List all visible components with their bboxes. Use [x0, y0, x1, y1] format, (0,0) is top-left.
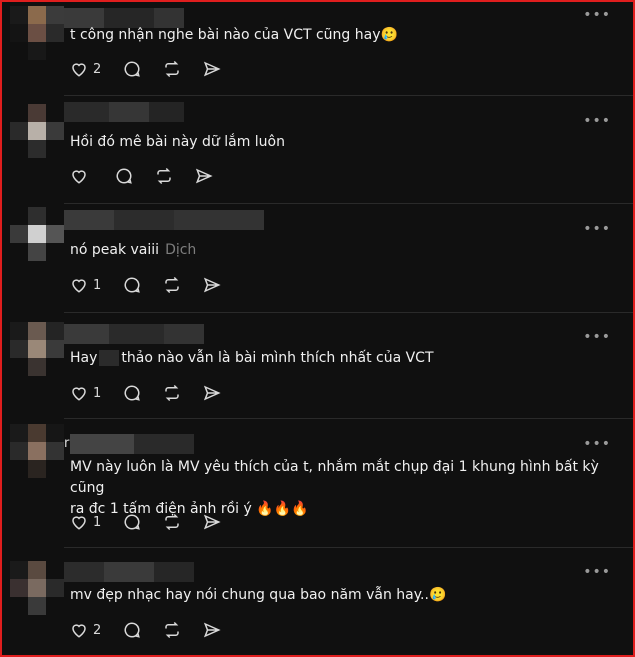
repost-icon: [165, 276, 180, 294]
share-icon: [204, 385, 221, 401]
author-name-redacted[interactable]: [64, 210, 264, 230]
more-options-icon[interactable]: •••: [583, 565, 611, 579]
heart-icon: [72, 63, 86, 77]
avatar[interactable]: [10, 6, 64, 60]
avatar[interactable]: [10, 424, 64, 478]
share-button[interactable]: [203, 60, 221, 78]
comment-actions: [70, 165, 235, 187]
comment-actions: 2: [70, 58, 243, 80]
comment-text: t công nhận nghe bài nào của VCT cũng ha…: [70, 27, 398, 43]
share-button[interactable]: [195, 167, 213, 185]
avatar[interactable]: [10, 322, 64, 376]
reply-icon: [124, 277, 141, 293]
reply-icon: [124, 385, 141, 401]
reply-icon: [124, 514, 141, 530]
share-button[interactable]: [203, 276, 221, 294]
repost-button[interactable]: [163, 60, 181, 78]
reply-icon: [124, 622, 141, 638]
like-count: 1: [93, 385, 102, 401]
share-icon: [204, 277, 221, 293]
divider: [64, 547, 633, 548]
reply-icon: [116, 168, 132, 184]
translate-link[interactable]: Dịch: [165, 242, 196, 258]
share-icon: [204, 622, 221, 638]
comment-actions: 1: [70, 511, 243, 533]
more-options-icon[interactable]: •••: [583, 437, 611, 451]
like-button[interactable]: 1: [70, 513, 101, 531]
avatar[interactable]: [10, 207, 64, 261]
repost-icon: [165, 621, 180, 639]
reply-button[interactable]: [123, 60, 141, 78]
reply-icon: [124, 61, 141, 77]
avatar[interactable]: [10, 104, 64, 158]
redacted-emoji: [99, 350, 120, 366]
more-options-icon[interactable]: •••: [583, 8, 611, 22]
more-options-icon[interactable]: •••: [583, 330, 611, 344]
like-button[interactable]: [70, 167, 93, 185]
like-button[interactable]: 2: [70, 621, 101, 639]
share-button[interactable]: [203, 513, 221, 531]
comment-actions: 2: [70, 619, 243, 641]
share-icon: [204, 514, 221, 530]
share-icon: [204, 61, 221, 77]
author-name-redacted[interactable]: [64, 102, 184, 122]
like-count: 1: [93, 277, 102, 293]
heart-icon: [72, 279, 86, 293]
like-count: 2: [93, 622, 102, 638]
heart-icon: [72, 516, 86, 530]
reply-button[interactable]: [123, 513, 141, 531]
repost-button[interactable]: [163, 621, 181, 639]
repost-button[interactable]: [163, 384, 181, 402]
like-count: 1: [93, 514, 102, 530]
repost-button[interactable]: [163, 276, 181, 294]
divider: [64, 312, 633, 313]
avatar[interactable]: [10, 561, 64, 615]
like-button[interactable]: 1: [70, 384, 101, 402]
comment-text: Hồi đó mê bài này dữ lắm luôn: [70, 134, 285, 150]
author-name-redacted[interactable]: r: [64, 434, 194, 454]
like-count: 2: [93, 61, 102, 77]
reply-button[interactable]: [115, 167, 133, 185]
divider: [64, 95, 633, 96]
comment-actions: 1: [70, 382, 243, 404]
repost-button[interactable]: [163, 513, 181, 531]
like-button[interactable]: 2: [70, 60, 101, 78]
repost-icon: [157, 167, 171, 185]
comment-text: mv đẹp nhạc hay nói chung qua bao năm vẫ…: [70, 587, 447, 603]
repost-icon: [165, 513, 180, 531]
heart-icon: [72, 387, 86, 401]
reply-button[interactable]: [123, 276, 141, 294]
repost-icon: [165, 384, 180, 402]
divider: [64, 203, 633, 204]
heart-icon: [72, 170, 86, 184]
share-button[interactable]: [203, 384, 221, 402]
reply-button[interactable]: [123, 621, 141, 639]
share-button[interactable]: [203, 621, 221, 639]
more-options-icon[interactable]: •••: [583, 114, 611, 128]
repost-button[interactable]: [155, 167, 173, 185]
heart-icon: [72, 624, 86, 638]
comment-text: nó peak vaiii Dịch: [70, 242, 197, 258]
repost-icon: [165, 60, 180, 78]
comments-panel: ••• t công nhận nghe bài nào của VCT cũn…: [0, 0, 635, 657]
author-name-redacted[interactable]: [64, 562, 194, 582]
like-button[interactable]: 1: [70, 276, 101, 294]
reply-button[interactable]: [123, 384, 141, 402]
comment-actions: 1: [70, 274, 243, 296]
comment-text: Hay thảo nào vẫn là bài mình thích nhất c…: [70, 350, 434, 366]
author-name-redacted[interactable]: [64, 324, 204, 344]
more-options-icon[interactable]: •••: [583, 222, 611, 236]
divider: [64, 418, 633, 419]
share-icon: [195, 168, 213, 184]
